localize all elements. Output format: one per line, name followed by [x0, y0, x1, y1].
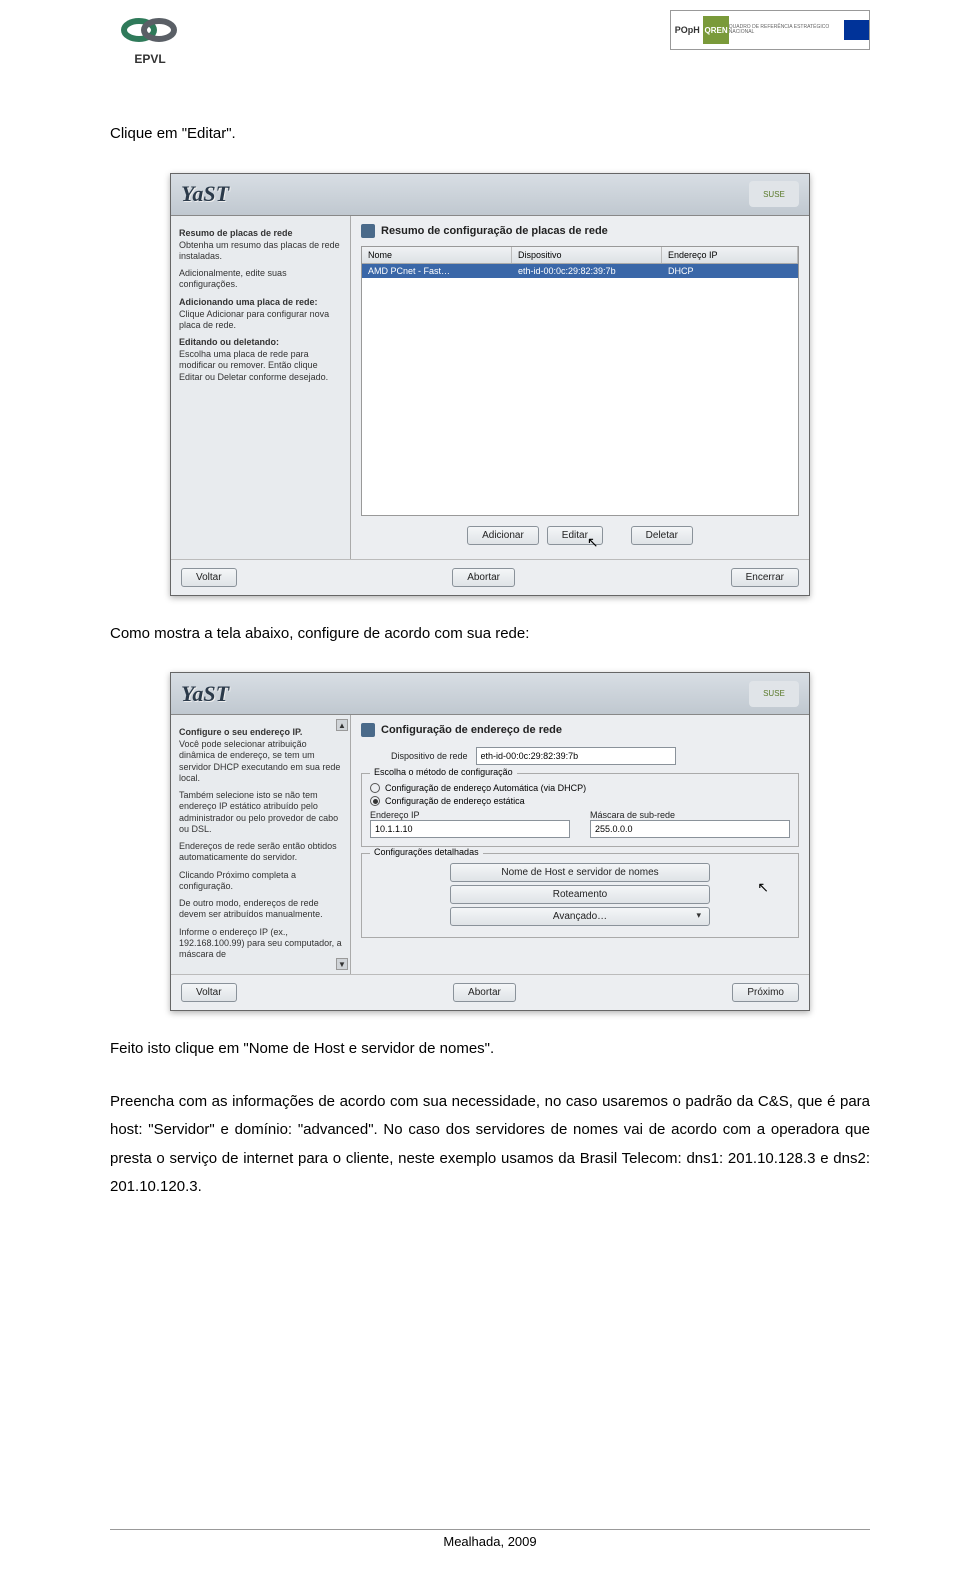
- radio-static-label: Configuração de endereço estática: [385, 796, 525, 806]
- panel-title-text: Resumo de configuração de placas de rede: [381, 225, 608, 237]
- advanced-button[interactable]: Avançado…: [450, 907, 710, 926]
- yast-window-address-config: YaST SUSE ▲ Configure o seu endereço IP.…: [170, 672, 810, 1011]
- radio-icon: [370, 783, 380, 793]
- yast-logo: YaST: [181, 181, 229, 207]
- hostname-dns-button[interactable]: Nome de Host e servidor de nomes: [450, 863, 710, 882]
- back-button[interactable]: Voltar: [181, 983, 237, 1002]
- finish-button[interactable]: Encerrar: [731, 568, 799, 587]
- help-text: Clique Adicionar para configurar nova pl…: [179, 309, 342, 332]
- cursor-icon: ↖: [757, 879, 769, 896]
- ip-label: Endereço IP: [370, 810, 570, 820]
- page-footer: Mealhada, 2009: [110, 1529, 870, 1549]
- ip-input[interactable]: [370, 820, 570, 838]
- radio-static[interactable]: Configuração de endereço estática: [370, 796, 790, 806]
- suse-logo-icon: SUSE: [749, 181, 799, 207]
- help-heading-2: Adicionando uma placa de rede:: [179, 297, 342, 307]
- delete-button[interactable]: Deletar: [631, 526, 693, 545]
- cell-ip: DHCP: [668, 266, 792, 276]
- poph-logo: POpH: [671, 16, 703, 44]
- network-cards-table[interactable]: Nome Dispositivo Endereço IP AMD PCnet -…: [361, 246, 799, 516]
- abort-button[interactable]: Abortar: [453, 983, 516, 1002]
- qren-description: QUADRO DE REFERÊNCIA ESTRATÉGICO NACIONA…: [729, 25, 844, 36]
- bottom-button-bar: Voltar Abortar Encerrar: [171, 559, 809, 595]
- radio-icon: [370, 796, 380, 806]
- bottom-button-bar: Voltar Abortar Próximo: [171, 974, 809, 1010]
- help-text: Também selecione isto se não tem endereç…: [179, 790, 342, 835]
- main-panel: Configuração de endereço de rede Disposi…: [351, 715, 809, 974]
- paragraph-3: Feito isto clique em "Nome de Host e ser…: [110, 1035, 870, 1064]
- table-header-row: Nome Dispositivo Endereço IP: [362, 247, 798, 264]
- abort-button[interactable]: Abortar: [452, 568, 515, 587]
- device-input[interactable]: [476, 747, 676, 765]
- help-heading-1: Resumo de placas de rede: [179, 228, 342, 238]
- config-method-legend: Escolha o método de configuração: [370, 767, 517, 777]
- help-sidebar: ▲ Configure o seu endereço IP. Você pode…: [171, 715, 351, 974]
- next-button[interactable]: Próximo: [732, 983, 799, 1002]
- add-button[interactable]: Adicionar: [467, 526, 539, 545]
- help-text: Endereços de rede serão então obtidos au…: [179, 841, 342, 864]
- detailed-config-legend: Configurações detalhadas: [370, 847, 483, 857]
- radio-dhcp-label: Configuração de endereço Automática (via…: [385, 783, 586, 793]
- suse-logo-icon: SUSE: [749, 681, 799, 707]
- back-button[interactable]: Voltar: [181, 568, 237, 587]
- yast-logo: YaST: [181, 681, 229, 707]
- help-text: Informe o endereço IP (ex., 192.168.100.…: [179, 927, 342, 961]
- column-header-name[interactable]: Nome: [362, 247, 512, 263]
- paragraph-2: Como mostra a tela abaixo, configure de …: [110, 620, 870, 649]
- cursor-icon: ↖: [587, 534, 599, 553]
- main-panel: Resumo de configuração de placas de rede…: [351, 216, 809, 559]
- mask-input[interactable]: [590, 820, 790, 838]
- yast-titlebar: YaST SUSE: [171, 174, 809, 216]
- logo-right-strip: POpH QREN QUADRO DE REFERÊNCIA ESTRATÉGI…: [670, 10, 870, 50]
- eu-flag-icon: [844, 20, 869, 40]
- radio-dhcp[interactable]: Configuração de endereço Automática (via…: [370, 783, 790, 793]
- device-label: Dispositivo de rede: [391, 751, 468, 761]
- paragraph-4: Preencha com as informações de acordo co…: [110, 1088, 870, 1202]
- detailed-config-fieldset: Configurações detalhadas Nome de Host e …: [361, 853, 799, 938]
- scroll-up-icon[interactable]: ▲: [336, 719, 348, 731]
- help-text: Clicando Próximo completa a configuração…: [179, 870, 342, 893]
- help-text: Obtenha um resumo das placas de rede ins…: [179, 240, 342, 263]
- help-text: Escolha uma placa de rede para modificar…: [179, 349, 342, 383]
- network-config-icon: [361, 723, 375, 737]
- yast-window-network-summary: YaST SUSE Resumo de placas de rede Obten…: [170, 173, 810, 596]
- logo-epvl-text: EPVL: [134, 52, 165, 66]
- column-header-ip[interactable]: Endereço IP: [662, 247, 798, 263]
- page-header: EPVL POpH QREN QUADRO DE REFERÊNCIA ESTR…: [110, 10, 870, 70]
- config-method-fieldset: Escolha o método de configuração Configu…: [361, 773, 799, 847]
- paragraph-1: Clique em "Editar".: [110, 120, 870, 149]
- mask-label: Máscara de sub-rede: [590, 810, 790, 820]
- chain-links-icon: [115, 10, 185, 50]
- help-sidebar: Resumo de placas de rede Obtenha um resu…: [171, 216, 351, 559]
- network-card-icon: [361, 224, 375, 238]
- logo-epvl: EPVL: [110, 10, 190, 70]
- help-text: Adicionalmente, edite suas configurações…: [179, 268, 342, 291]
- help-text: Você pode selecionar atribuição dinâmica…: [179, 739, 342, 784]
- qren-logo: QREN: [703, 16, 728, 44]
- table-row-selected[interactable]: AMD PCnet - Fast… eth-id-00:0c:29:82:39:…: [362, 264, 798, 278]
- help-heading: Configure o seu endereço IP.: [179, 727, 342, 737]
- help-text: De outro modo, endereços de rede devem s…: [179, 898, 342, 921]
- column-header-device[interactable]: Dispositivo: [512, 247, 662, 263]
- help-heading-3: Editando ou deletando:: [179, 337, 342, 347]
- routing-button[interactable]: Roteamento: [450, 885, 710, 904]
- panel-title: Configuração de endereço de rede: [361, 723, 799, 737]
- yast-titlebar: YaST SUSE: [171, 673, 809, 715]
- panel-title-text: Configuração de endereço de rede: [381, 724, 562, 736]
- cell-name: AMD PCnet - Fast…: [368, 266, 518, 276]
- cell-device: eth-id-00:0c:29:82:39:7b: [518, 266, 668, 276]
- scroll-down-icon[interactable]: ▼: [336, 958, 348, 970]
- panel-title: Resumo de configuração de placas de rede: [361, 224, 799, 238]
